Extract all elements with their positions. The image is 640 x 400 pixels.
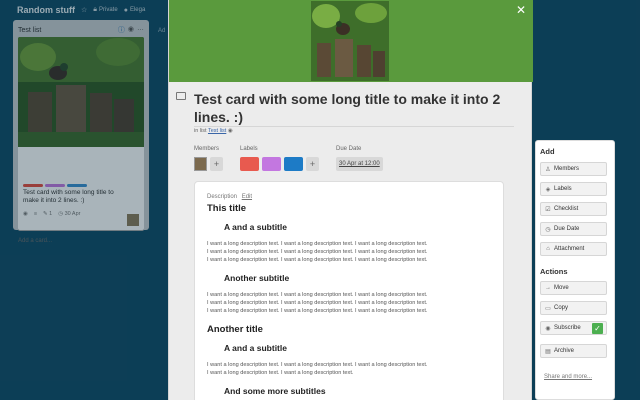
description-line: I want a long description text. I want a…: [207, 308, 428, 314]
members-header: Members: [194, 146, 220, 152]
add-member-button[interactable]: +: [210, 157, 223, 171]
copy-icon: ▭: [545, 305, 551, 312]
paperclip-icon: ⌂: [546, 246, 550, 252]
description-line: I want a long description text. I want a…: [207, 292, 428, 298]
edit-description-link[interactable]: Edit: [242, 194, 252, 200]
add-header: Add: [540, 147, 555, 156]
members-button[interactable]: ♙ Members: [540, 162, 607, 176]
label-chip-blue[interactable]: [284, 157, 303, 171]
members-row: +: [194, 157, 223, 171]
clock-icon: ◷: [545, 226, 551, 233]
labels-header: Labels: [240, 146, 258, 152]
watch-small-icon[interactable]: ◉: [228, 128, 233, 134]
description-line: I want a long description text. I want a…: [207, 300, 428, 306]
cover-image: [311, 1, 389, 81]
members-button-label: Members: [554, 166, 580, 172]
description-header: Description Edit: [207, 194, 491, 200]
labels-button-label: Labels: [554, 186, 572, 192]
label-chip-purple[interactable]: [262, 157, 281, 171]
move-button[interactable]: → Move: [540, 281, 607, 295]
description-line: I want a long description text. I want a…: [207, 362, 428, 368]
in-list-prefix: in list: [194, 128, 207, 134]
description-heading: Another title: [207, 324, 263, 335]
person-icon: ♙: [545, 166, 551, 173]
labels-button[interactable]: ◈ Labels: [540, 182, 607, 196]
due-date-button[interactable]: ◷ Due Date: [540, 222, 607, 236]
label-chip-red[interactable]: [240, 157, 259, 171]
description-box: Description Edit This title A and a subt…: [194, 181, 504, 400]
actions-header: Actions: [540, 267, 568, 276]
card-cover: ✕: [169, 0, 533, 82]
attachment-button[interactable]: ⌂ Attachment: [540, 242, 607, 256]
check-icon: ✓: [592, 323, 603, 334]
description-line: I want a long description text. I want a…: [207, 257, 428, 263]
description-paragraph: I want a long description text. I want a…: [207, 361, 491, 377]
due-date-button-label: Due Date: [554, 226, 580, 232]
description-subheading: A and a subtitle: [224, 343, 287, 353]
description-line: I want a long description text. I want a…: [207, 249, 428, 255]
subscribe-button-label: Subscribe: [554, 325, 581, 331]
card-detail-title[interactable]: Test card with some long title to make i…: [194, 90, 524, 126]
move-button-label: Move: [554, 285, 569, 291]
description-subheading: And some more subtitles: [224, 386, 326, 396]
archive-icon: ▤: [545, 348, 551, 355]
checklist-button-label: Checklist: [554, 206, 579, 212]
close-icon[interactable]: ✕: [514, 3, 528, 17]
description-label: Description: [207, 194, 238, 200]
in-list-line: in list Test list ◉: [194, 128, 233, 134]
checklist-icon: ☑: [545, 206, 551, 213]
description-paragraph: I want a long description text. I want a…: [207, 240, 491, 264]
description-subheading: Another subtitle: [224, 273, 290, 283]
card-detail-window: ✕ Test card with some long title to make…: [168, 0, 533, 400]
description-line: I want a long description text. I want a…: [207, 241, 428, 247]
due-date-header: Due Date: [336, 146, 362, 152]
arrow-right-icon: →: [545, 285, 551, 291]
archive-button-label: Archive: [554, 348, 575, 354]
description-subheading: A and a subtitle: [224, 222, 287, 232]
description-heading: This title: [207, 203, 247, 214]
checklist-button[interactable]: ☑ Checklist: [540, 202, 607, 216]
description-paragraph: I want a long description text. I want a…: [207, 291, 491, 315]
card-title-icon: [176, 92, 186, 100]
share-link[interactable]: Share and more...: [544, 374, 592, 380]
add-label-button[interactable]: +: [306, 157, 319, 171]
eye-icon: ◉: [545, 325, 551, 332]
archive-button[interactable]: ▤ Archive: [540, 344, 607, 358]
list-link[interactable]: Test list: [208, 128, 226, 134]
description-line: I want a long description text. I want a…: [207, 370, 354, 376]
due-date-badge[interactable]: 30 Apr at 12:00: [336, 157, 383, 171]
tag-icon: ◈: [545, 186, 551, 193]
labels-row: +: [240, 157, 319, 171]
title-divider: [194, 126, 514, 127]
member-avatar[interactable]: [194, 157, 207, 171]
card-sidebar: Add ♙ Members ◈ Labels ☑ Checklist ◷ Due…: [535, 140, 615, 400]
copy-button[interactable]: ▭ Copy: [540, 301, 607, 315]
copy-button-label: Copy: [554, 305, 569, 311]
attachment-button-label: Attachment: [554, 246, 585, 252]
subscribe-button[interactable]: ◉ Subscribe ✓: [540, 321, 607, 335]
